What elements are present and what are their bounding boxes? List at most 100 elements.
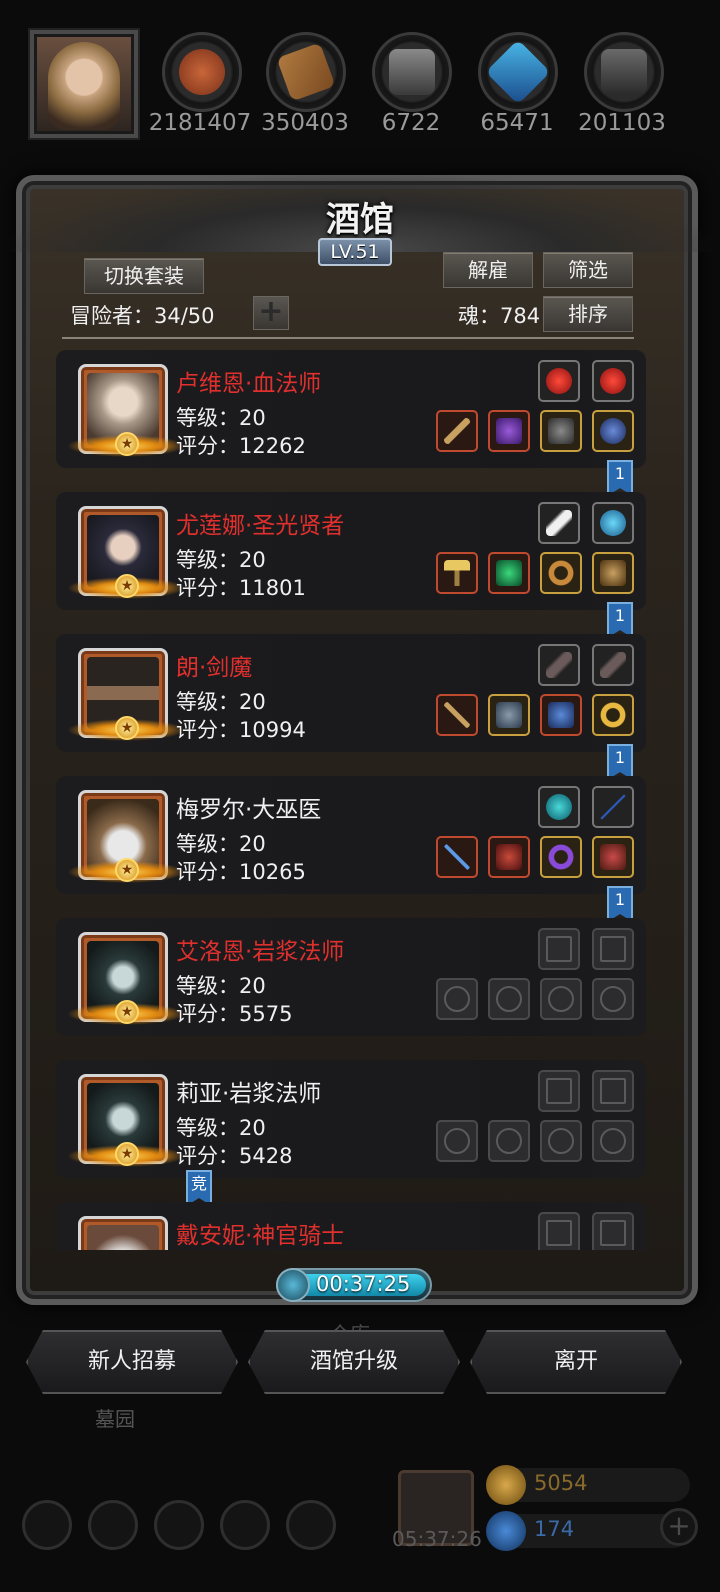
filter-button[interactable]: 筛选: [543, 252, 633, 288]
hero-card[interactable]: ★ 尤莲娜·圣光贤者 等级：20 评分：11801: [56, 492, 646, 610]
building-icon[interactable]: [154, 1500, 204, 1550]
hero-score: 评分：10265: [176, 860, 306, 884]
ring-icon[interactable]: [540, 836, 582, 878]
hero-list[interactable]: ★ 卢维恩·血法师 等级：20 评分：12262 1 ★ 尤莲娜·圣光贤者 等级…: [56, 348, 656, 1250]
whip-icon[interactable]: [592, 786, 634, 828]
divider: [62, 337, 634, 339]
empty-armor-slot-icon[interactable]: [488, 978, 530, 1020]
settings-icon[interactable]: [22, 1500, 72, 1550]
gem-icon: [486, 1511, 526, 1551]
iron-value: 6722: [381, 110, 441, 136]
star-badge-icon: ★: [115, 716, 139, 740]
hero-portrait: [78, 1216, 168, 1250]
blue-gem-icon[interactable]: [592, 502, 634, 544]
recruit-button[interactable]: 新人招募: [26, 1330, 238, 1394]
empty-ring-slot-icon[interactable]: [540, 1120, 582, 1162]
hero-card[interactable]: ★ 莉亚·岩浆法师 等级：20 评分：5428: [56, 1060, 646, 1178]
star-badge-icon: ★: [115, 1000, 139, 1024]
hero-score: 评分：10994: [176, 718, 306, 742]
empty-armor-slot-icon[interactable]: [488, 1120, 530, 1162]
empty-weapon-slot-icon[interactable]: [436, 1120, 478, 1162]
sort-button[interactable]: 排序: [543, 296, 633, 332]
hero-card[interactable]: ★ 艾洛恩·岩浆法师 等级：20 评分：5575: [56, 918, 646, 1036]
ruby-gem-icon[interactable]: [592, 360, 634, 402]
hero-card[interactable]: ★ 卢维恩·血法师 等级：20 评分：12262: [56, 350, 646, 468]
meat-value: 2181407: [148, 110, 252, 136]
teal-gem-icon[interactable]: [538, 786, 580, 828]
feather-icon[interactable]: [538, 502, 580, 544]
tavern-refresh-timer: 00:37:25: [276, 1268, 432, 1302]
armor-icon[interactable]: [488, 694, 530, 736]
empty-gem-slot-icon[interactable]: [592, 1070, 634, 1112]
necklace-icon[interactable]: [592, 836, 634, 878]
hero-score: 评分：5575: [176, 1002, 293, 1026]
empty-weapon-slot-icon[interactable]: [436, 978, 478, 1020]
gauntlet-icon[interactable]: [540, 694, 582, 736]
empty-gem-slot-icon[interactable]: [538, 1212, 580, 1250]
hammer-icon[interactable]: [436, 552, 478, 594]
ruby-gem-icon[interactable]: [538, 360, 580, 402]
leave-button[interactable]: 离开: [470, 1330, 682, 1394]
hero-name: 艾洛恩·岩浆法师: [176, 939, 345, 965]
empty-ring-slot-icon[interactable]: [540, 978, 582, 1020]
meat-icon[interactable]: [162, 32, 242, 112]
star-badge-icon: ★: [115, 574, 139, 598]
wand-icon[interactable]: [436, 836, 478, 878]
panel-title: 酒馆: [326, 200, 394, 240]
stone-value: 201103: [578, 110, 666, 136]
team-bookmark: 1: [607, 886, 633, 922]
dark-feather-icon[interactable]: [538, 644, 580, 686]
add-slot-button[interactable]: +: [253, 296, 289, 330]
empty-gem-slot-icon[interactable]: [592, 928, 634, 970]
adventurer-count: 冒险者：34/50: [70, 304, 215, 328]
hero-card[interactable]: ★ 梅罗尔·大巫医 等级：20 评分：10265: [56, 776, 646, 894]
dark-feather-icon[interactable]: [592, 644, 634, 686]
crystal-icon[interactable]: [478, 32, 558, 112]
hero-level: 等级：20: [176, 974, 266, 998]
menu-icon[interactable]: [88, 1500, 138, 1550]
staff-icon[interactable]: [436, 410, 478, 452]
mask-icon[interactable]: [592, 552, 634, 594]
hero-card[interactable]: 戴安妮·神官骑士: [56, 1202, 646, 1250]
mail-icon[interactable]: [220, 1500, 270, 1550]
empty-ring-slot-icon[interactable]: [592, 1120, 634, 1162]
gold-display: 5054: [486, 1465, 690, 1505]
hero-score: 评分：11801: [176, 576, 306, 600]
hero-portrait: ★: [67, 790, 185, 883]
team-bookmark: 1: [607, 744, 633, 780]
player-avatar[interactable]: [30, 30, 138, 138]
hero-portrait: ★: [67, 648, 185, 741]
helmet-icon[interactable]: [540, 410, 582, 452]
tavern-level-badge: LV.51: [318, 238, 392, 266]
soul-count: 魂：784: [458, 304, 541, 328]
gift-timer: 05:37:26: [392, 1527, 482, 1551]
amulet-icon[interactable]: [592, 410, 634, 452]
map-icon[interactable]: [286, 1500, 336, 1550]
armor-icon[interactable]: [488, 552, 530, 594]
crossbow-icon[interactable]: [436, 694, 478, 736]
timer-text: 00:37:25: [316, 1272, 411, 1296]
switch-set-button[interactable]: 切换套装: [84, 258, 204, 294]
stone-icon[interactable]: [584, 32, 664, 112]
empty-ring-slot-icon[interactable]: [592, 978, 634, 1020]
empty-gem-slot-icon[interactable]: [592, 1212, 634, 1250]
upgrade-tavern-button[interactable]: 酒馆升级: [248, 1330, 460, 1394]
empty-gem-slot-icon[interactable]: [538, 1070, 580, 1112]
armor-icon[interactable]: [488, 410, 530, 452]
hero-portrait: ★: [67, 1074, 185, 1167]
hero-name: 莉亚·岩浆法师: [176, 1081, 322, 1107]
add-gems-button[interactable]: +: [660, 1508, 698, 1546]
hero-portrait: ★: [67, 506, 185, 599]
avatar-face: [48, 42, 120, 130]
gem-value: 174: [534, 1517, 575, 1541]
star-badge-icon: ★: [115, 1142, 139, 1166]
empty-gem-slot-icon[interactable]: [538, 928, 580, 970]
dismiss-button[interactable]: 解雇: [443, 252, 533, 288]
iron-icon[interactable]: [372, 32, 452, 112]
wood-icon[interactable]: [266, 32, 346, 112]
cemetery-label[interactable]: 墓园: [95, 1403, 135, 1432]
armor-icon[interactable]: [488, 836, 530, 878]
hero-card[interactable]: ★ 朗·剑魔 等级：20 评分：10994: [56, 634, 646, 752]
ring-icon[interactable]: [540, 552, 582, 594]
ring-icon[interactable]: [592, 694, 634, 736]
